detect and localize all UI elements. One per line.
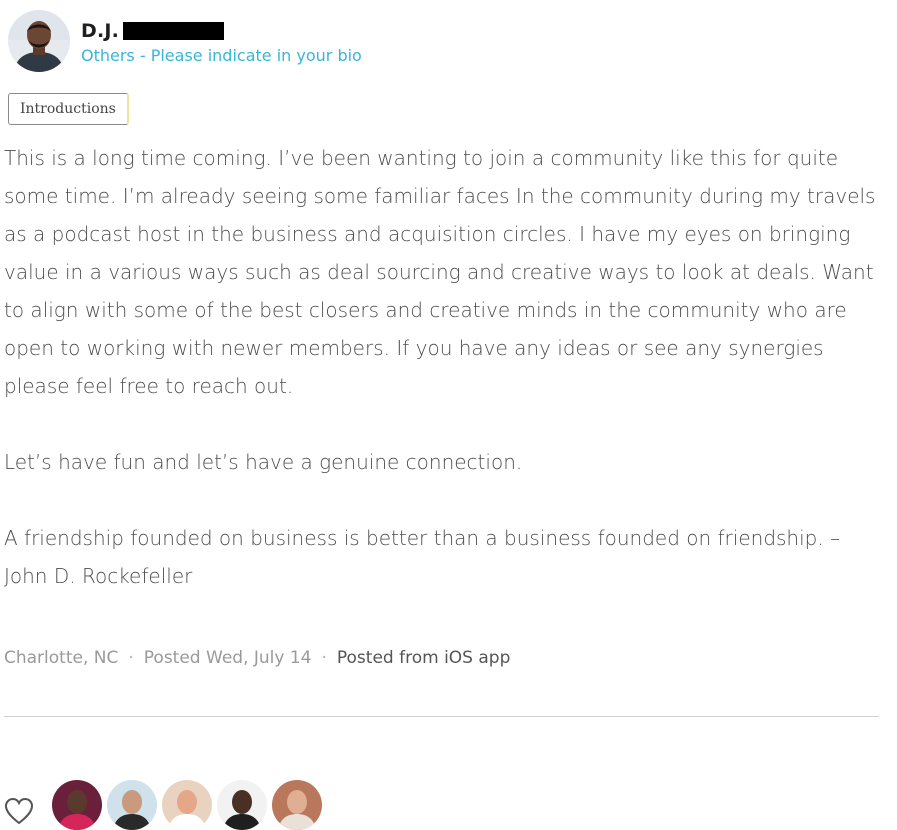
meta-separator: · <box>321 648 327 668</box>
divider <box>4 716 879 717</box>
author-role-link[interactable]: Others - Please indicate in your bio <box>81 46 362 65</box>
author-avatar[interactable] <box>8 10 70 72</box>
post-date[interactable]: Posted Wed, July 14 <box>144 648 312 668</box>
post-source: Posted from iOS app <box>336 648 511 668</box>
post-paragraph: This is a long time coming. I’ve been wa… <box>4 146 876 398</box>
post-paragraph: Let’s have fun and let’s have a genuine … <box>4 450 523 474</box>
post-paragraph: A friendship founded on business is bett… <box>4 526 841 588</box>
author-name[interactable]: D.J. <box>81 20 225 42</box>
post-location: Charlotte, NC <box>4 648 119 668</box>
author-first-name[interactable]: D.J. <box>81 20 119 42</box>
category-tag[interactable]: Introductions <box>8 93 129 125</box>
post-body: This is a long time coming. I’ve been wa… <box>4 139 889 595</box>
heart-icon[interactable] <box>4 796 34 826</box>
meta-separator: · <box>128 648 134 668</box>
redacted-last-name <box>123 22 225 40</box>
post-meta: Charlotte, NC · Posted Wed, July 14 · Posted… <box>4 648 510 668</box>
